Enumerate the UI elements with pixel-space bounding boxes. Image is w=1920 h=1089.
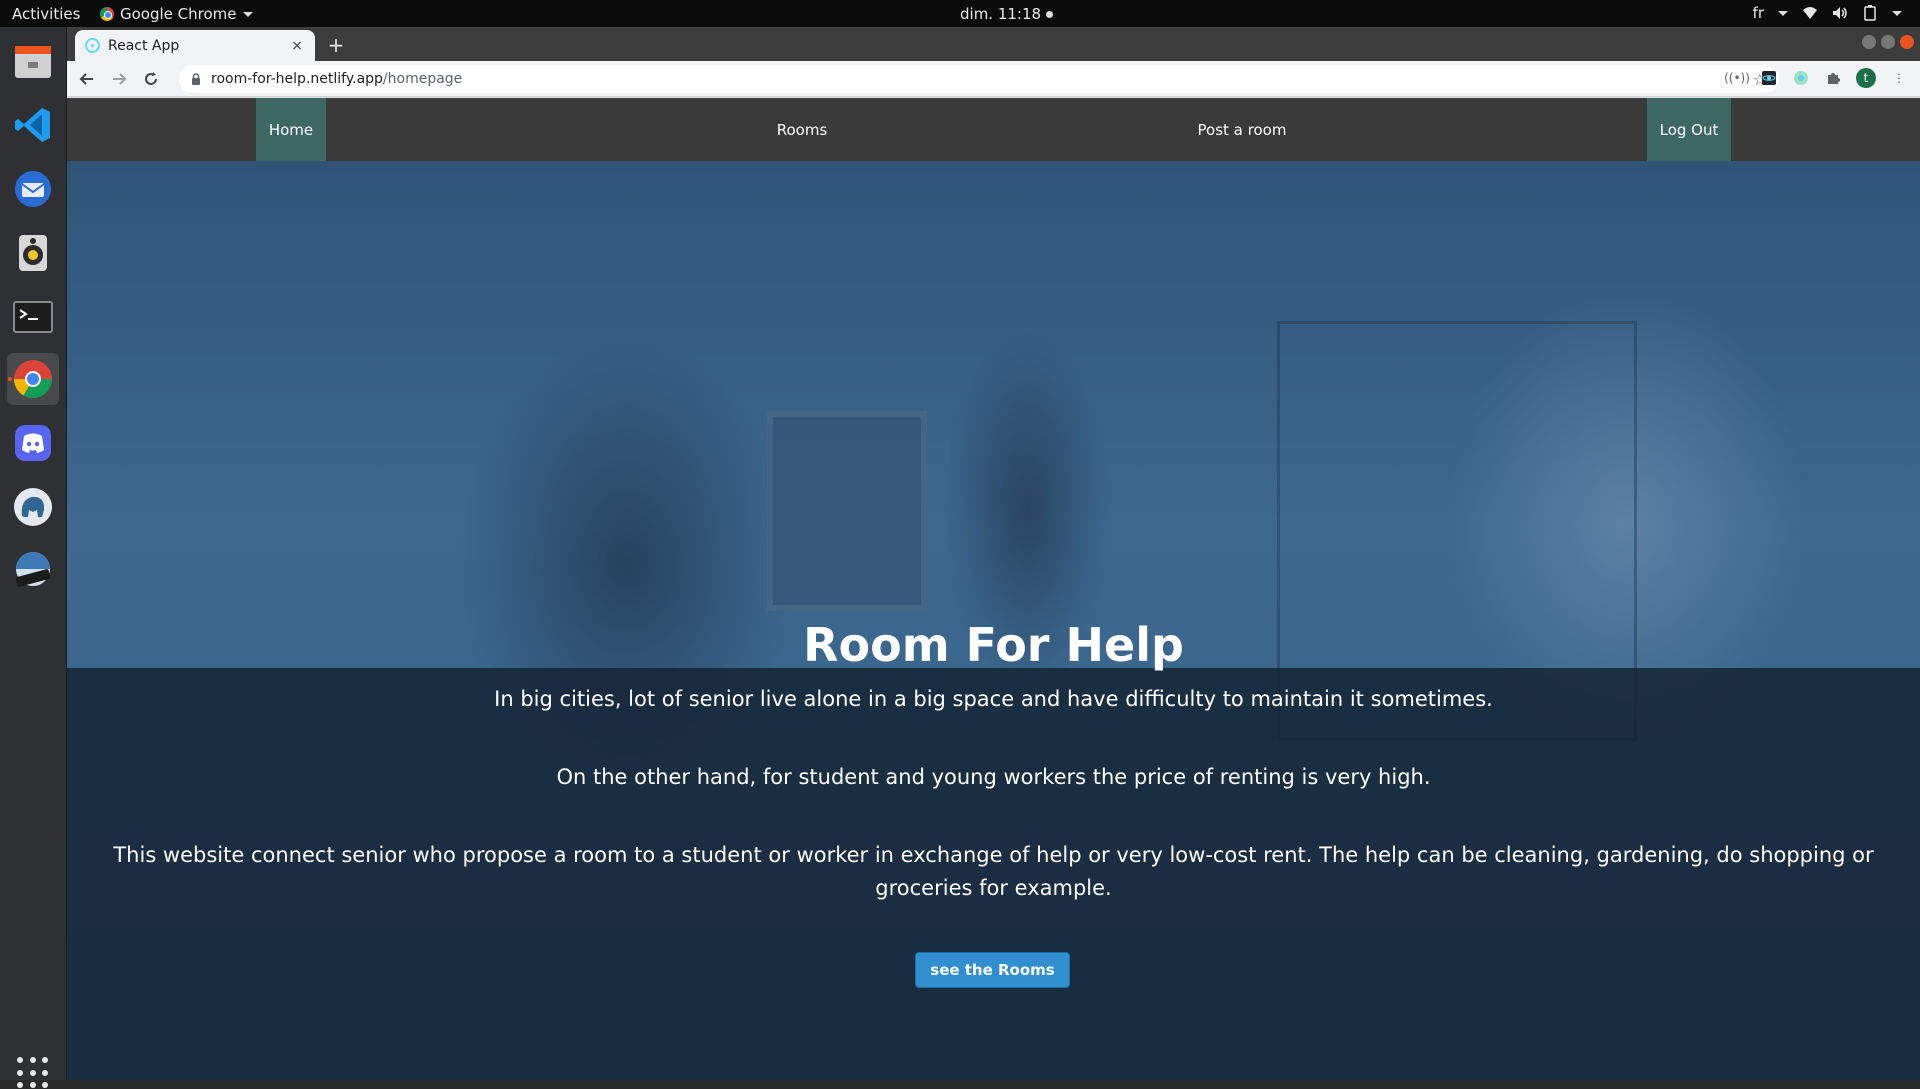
app-menu[interactable]: Google Chrome	[100, 5, 253, 23]
web-page: Home Rooms Post a room Log Out Room For …	[67, 98, 1920, 1080]
back-arrow-icon	[79, 73, 93, 85]
profile-avatar[interactable]: t	[1856, 68, 1876, 88]
reload-button[interactable]	[139, 67, 163, 91]
chrome-icon	[100, 7, 114, 21]
tab-strip: React App × +	[67, 27, 1920, 61]
nav-post-room-link[interactable]: Post a room	[1147, 98, 1337, 161]
url-host: room-for-help.netlify.app	[211, 71, 383, 87]
nav-home-link[interactable]: Home	[256, 98, 326, 161]
window-controls	[1862, 35, 1914, 49]
discord-dock-icon[interactable]	[7, 417, 59, 469]
react-devtools-extension-icon[interactable]	[1760, 69, 1778, 87]
nav-logout-link[interactable]: Log Out	[1647, 98, 1731, 161]
notification-dot-icon	[1046, 10, 1054, 18]
browser-window: React App × + room-for-help.netlify.app/…	[67, 27, 1920, 1080]
battery-icon	[1862, 5, 1878, 21]
chevron-down-icon	[1778, 10, 1788, 16]
chrome-dock-icon[interactable]	[7, 353, 59, 405]
active-indicator-icon	[8, 377, 12, 381]
show-applications-icon[interactable]	[17, 1057, 49, 1089]
chevron-down-icon	[1892, 10, 1902, 16]
grammar-extension-icon[interactable]	[1792, 69, 1810, 87]
browser-tab[interactable]: React App ×	[75, 30, 315, 61]
forward-arrow-icon	[113, 73, 127, 85]
terminal-dock-icon[interactable]	[7, 291, 59, 343]
react-favicon-icon	[85, 38, 100, 53]
dock	[0, 27, 67, 1089]
photo-frame-shape	[767, 411, 927, 611]
kebab-menu-icon[interactable]: ⋮	[1890, 69, 1908, 87]
new-tab-button[interactable]: +	[323, 33, 349, 59]
language-indicator[interactable]: fr	[1753, 4, 1764, 22]
reload-icon	[145, 72, 157, 85]
app-menu-label: Google Chrome	[120, 5, 237, 23]
lock-icon	[191, 73, 201, 85]
close-window-button[interactable]	[1900, 35, 1914, 49]
see-rooms-button[interactable]: see the Rooms	[915, 952, 1070, 988]
minimize-button[interactable]	[1862, 35, 1876, 49]
thunderbird-dock-icon[interactable]	[7, 163, 59, 215]
chevron-down-icon	[242, 11, 253, 17]
vscode-dock-icon[interactable]	[7, 99, 59, 151]
clock[interactable]: dim. 11:18	[960, 5, 1054, 23]
main-nav: Home Rooms Post a room Log Out	[67, 98, 1920, 161]
puzzle-extensions-icon[interactable]	[1824, 69, 1842, 87]
wifi-icon	[1802, 5, 1818, 21]
hero-paragraph-3: This website connect senior who propose …	[113, 843, 1874, 900]
url-text: room-for-help.netlify.app/homepage	[211, 71, 462, 87]
maximize-button[interactable]	[1881, 35, 1895, 49]
forward-button[interactable]	[107, 67, 131, 91]
system-top-bar: Activities Google Chrome dim. 11:18 fr	[0, 0, 1920, 27]
postgres-dock-icon[interactable]	[7, 481, 59, 533]
browser-toolbar: room-for-help.netlify.app/homepage ☆ ((•…	[67, 61, 1920, 97]
video-app-dock-icon[interactable]	[7, 545, 59, 597]
extensions-area: ((•)) t ⋮	[1724, 68, 1908, 88]
url-path: /homepage	[382, 71, 463, 87]
volume-icon	[1832, 5, 1848, 21]
tab-title: React App	[108, 37, 180, 54]
rhythmbox-dock-icon[interactable]	[7, 227, 59, 279]
activities-button[interactable]: Activities	[12, 5, 80, 23]
system-tray[interactable]: fr	[1753, 4, 1902, 22]
files-dock-icon[interactable]	[7, 35, 59, 87]
clock-label: dim. 11:18	[960, 5, 1042, 23]
hero-paragraph-2: On the other hand, for student and young…	[556, 765, 1431, 789]
nav-rooms-link[interactable]: Rooms	[707, 98, 897, 161]
hero-paragraph-1: In big cities, lot of senior live alone …	[494, 687, 1493, 711]
tab-close-button[interactable]: ×	[289, 38, 305, 54]
cast-extension-icon[interactable]: ((•))	[1724, 69, 1750, 87]
back-button[interactable]	[75, 67, 99, 91]
address-bar[interactable]: room-for-help.netlify.app/homepage ☆	[179, 65, 1779, 93]
hero-title: Room For Help	[803, 618, 1184, 672]
